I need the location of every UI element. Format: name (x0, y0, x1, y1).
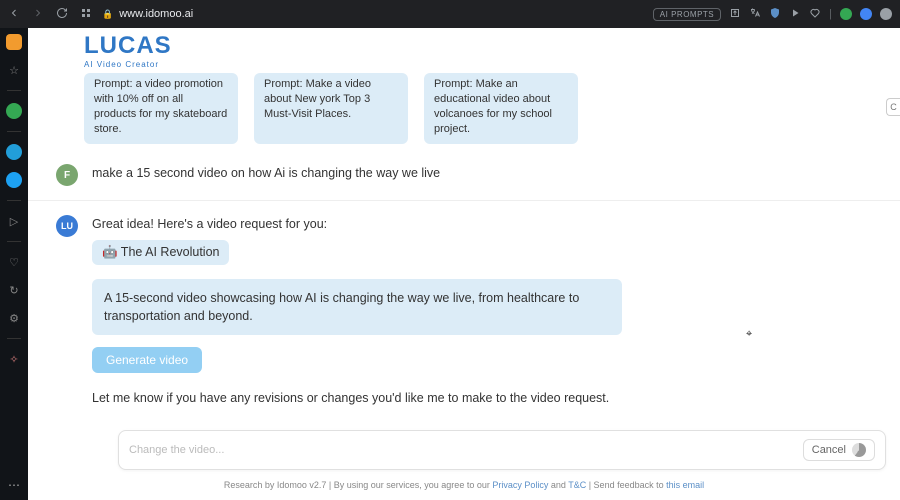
prompt-card-text: Prompt: Make a video about New york Top … (264, 78, 371, 120)
video-description: A 15-second video showcasing how AI is c… (92, 279, 622, 335)
bot-avatar: LU (56, 215, 78, 237)
back-icon[interactable] (8, 7, 20, 22)
generate-video-button[interactable]: Generate video (92, 347, 202, 373)
bot-message-row: LU Great idea! Here's a video request fo… (28, 205, 900, 415)
profile-avatar-icon[interactable] (880, 8, 892, 20)
prompt-card[interactable]: Prompt: Make a video about New york Top … (254, 73, 408, 144)
footer: Research by Idomoo v2.7 | By using our s… (28, 480, 900, 490)
ai-prompts-button[interactable]: AI PROMPTS (653, 8, 721, 21)
composer-input[interactable] (129, 444, 793, 456)
wand-icon[interactable]: ✧ (6, 351, 22, 367)
tc-link[interactable]: T&C (568, 480, 586, 490)
revision-note: Let me know if you have any revisions or… (92, 391, 622, 405)
play-icon[interactable]: ▷ (6, 213, 22, 229)
lock-icon: 🔒 (102, 9, 113, 20)
extension-icon[interactable] (860, 8, 872, 20)
logo: LUCAS AI Video Creator (28, 28, 900, 71)
prompt-card[interactable]: Prompt: a video promotion with 10% off o… (84, 73, 238, 144)
reload-icon[interactable] (56, 7, 68, 22)
shield-icon[interactable] (769, 7, 781, 22)
bot-intro-text: Great idea! Here's a video request for y… (92, 215, 622, 234)
prompt-card[interactable]: Prompt: Make an educational video about … (424, 73, 578, 144)
rail-app-icon[interactable] (6, 34, 22, 50)
clock-icon[interactable]: ↻ (6, 282, 22, 298)
left-rail: ☆ ▷ ♡ ↻ ⚙ ✧ ⋯ (0, 28, 28, 500)
rail-twitter-icon[interactable] (6, 172, 22, 188)
play-icon[interactable] (789, 7, 801, 22)
user-avatar: F (56, 164, 78, 186)
feedback-email-link[interactable]: this email (666, 480, 704, 490)
divider (28, 200, 900, 201)
logo-subtitle: AI Video Creator (84, 60, 900, 69)
user-message-text: make a 15 second video on how Ai is chan… (92, 164, 440, 183)
prompt-card-text: Prompt: Make an educational video about … (434, 78, 552, 135)
collapse-handle[interactable]: C (886, 98, 900, 116)
star-icon[interactable]: ☆ (6, 62, 22, 78)
app-main: LUCAS AI Video Creator Prompt: a video p… (28, 28, 900, 500)
rail-whatsapp-icon[interactable] (6, 103, 22, 119)
forward-icon[interactable] (32, 7, 44, 22)
url-bar[interactable]: 🔒 www.idomoo.ai (102, 8, 193, 20)
prompt-card-text: Prompt: a video promotion with 10% off o… (94, 78, 227, 135)
translate-icon[interactable] (749, 7, 761, 22)
composer: Cancel (118, 430, 886, 470)
browser-chrome: 🔒 www.idomoo.ai AI PROMPTS | (0, 0, 900, 28)
gear-icon[interactable]: ⚙ (6, 310, 22, 326)
share-icon[interactable] (729, 7, 741, 22)
cancel-label: Cancel (812, 444, 846, 456)
apps-icon[interactable] (80, 7, 92, 22)
rail-telegram-icon[interactable] (6, 144, 22, 160)
logo-title: LUCAS (84, 34, 900, 58)
user-message-row: F make a 15 second video on how Ai is ch… (28, 154, 900, 196)
heart-icon[interactable]: ♡ (6, 254, 22, 270)
video-title-chip[interactable]: 🤖 The AI Revolution (92, 240, 229, 265)
bookmark-icon[interactable] (809, 7, 821, 22)
privacy-link[interactable]: Privacy Policy (492, 480, 548, 490)
more-icon[interactable]: ⋯ (8, 478, 20, 492)
url-text: www.idomoo.ai (119, 8, 193, 20)
spinner-icon (852, 443, 866, 457)
extension-icon[interactable] (840, 8, 852, 20)
cancel-button[interactable]: Cancel (803, 439, 875, 461)
